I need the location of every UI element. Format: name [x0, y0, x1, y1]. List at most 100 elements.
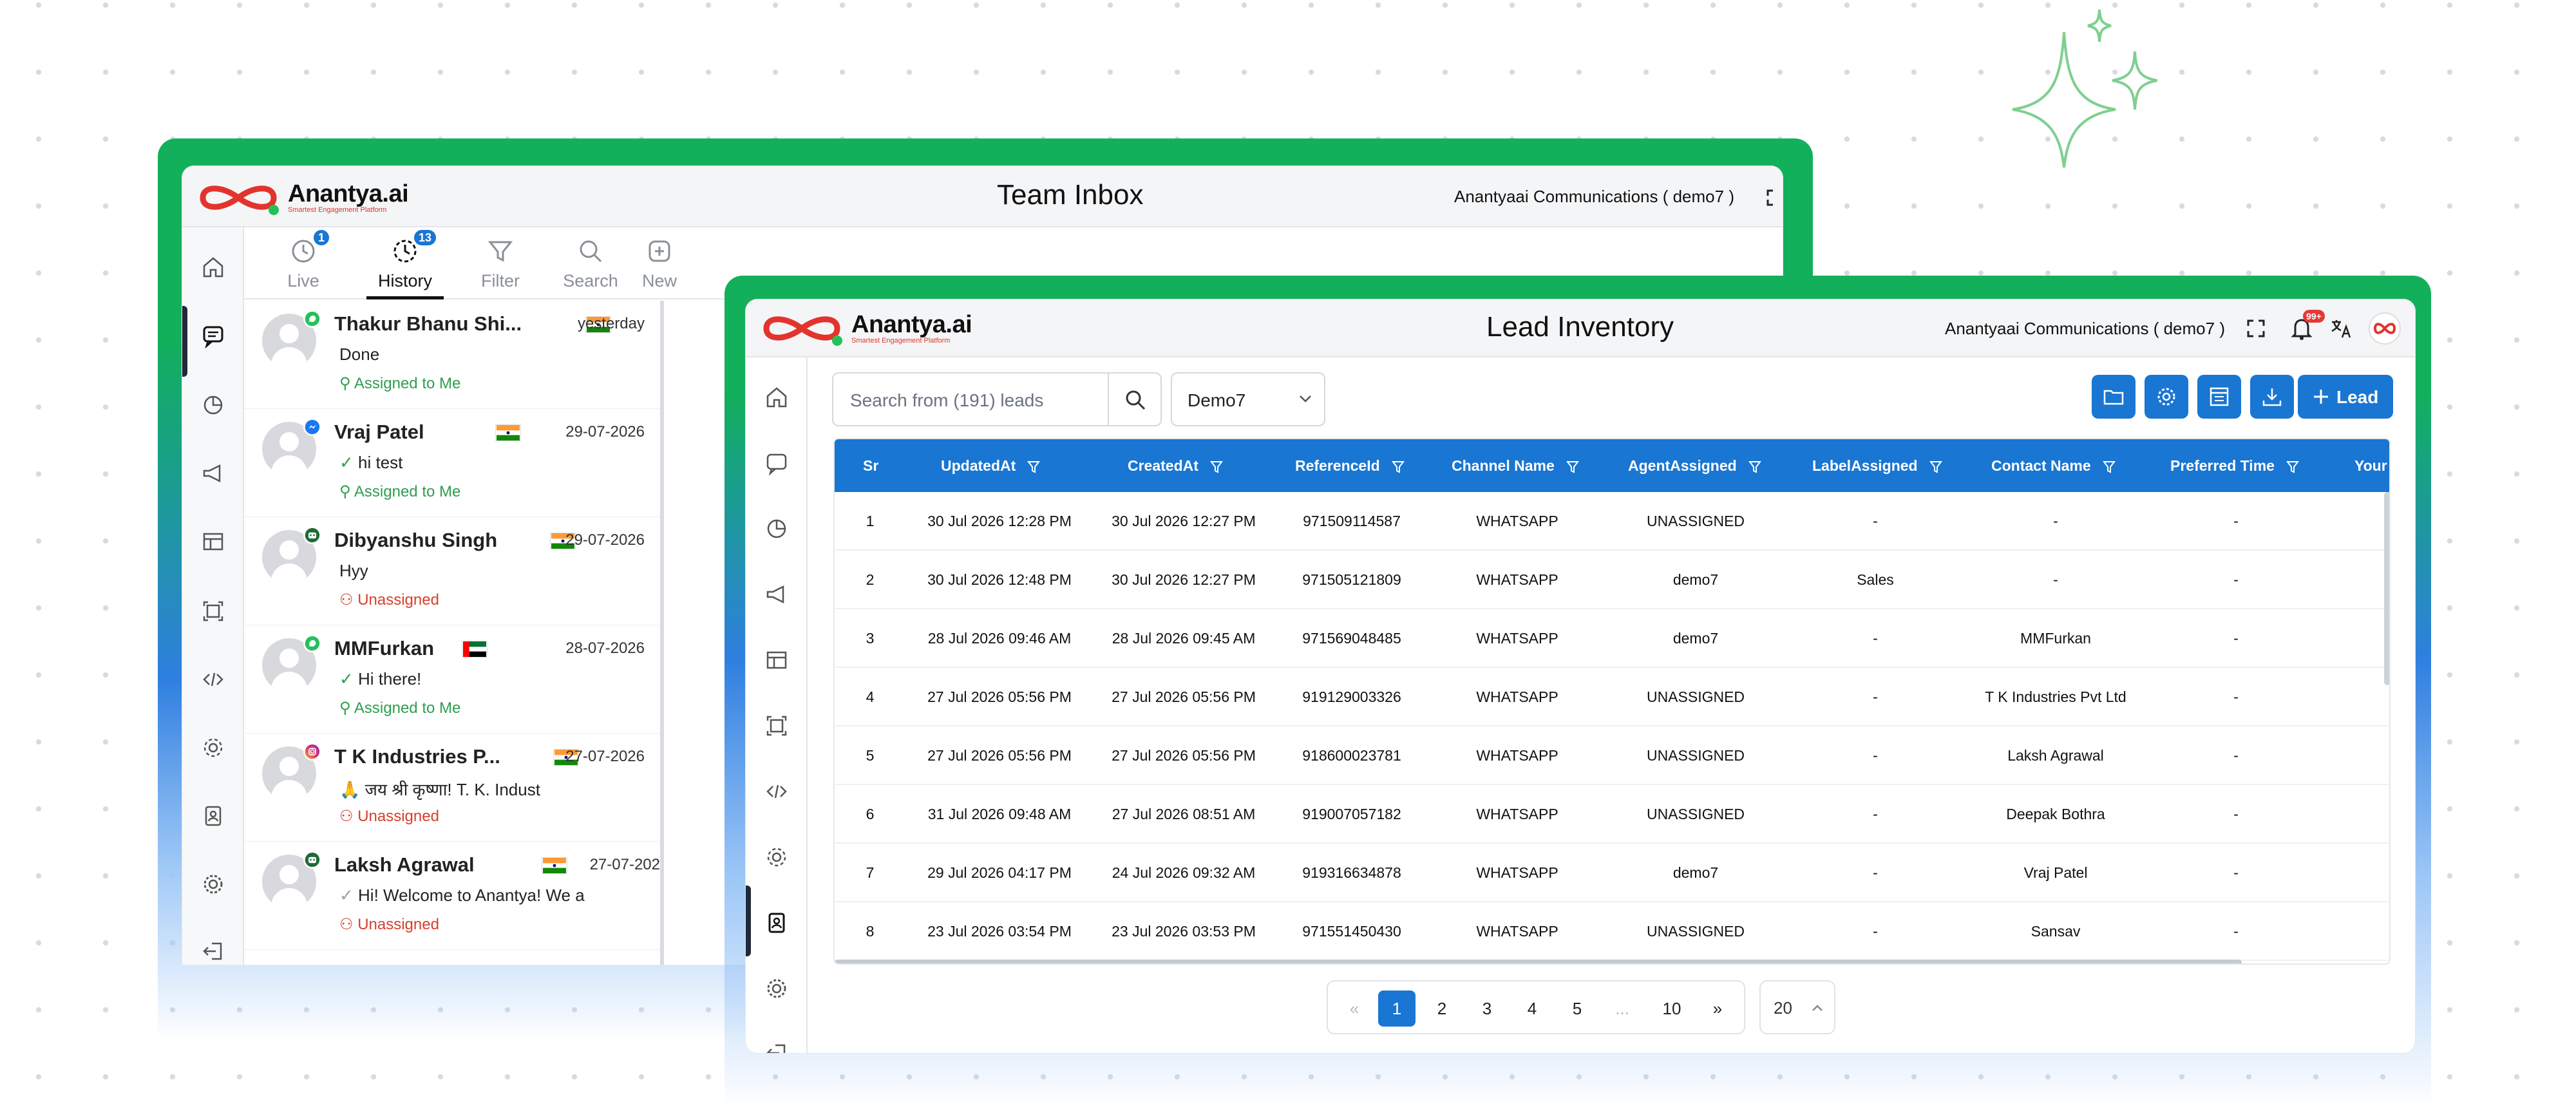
table-row[interactable]: 8 23 Jul 2026 03:54 PM 23 Jul 2026 03:53… — [835, 902, 2389, 961]
logout-icon[interactable] — [200, 938, 226, 964]
chat-item[interactable]: Dibyanshu Singh 29-07-2026 Hyy ⚇ Unassig… — [244, 517, 660, 625]
uae-flag-icon — [462, 641, 488, 658]
home-icon[interactable] — [200, 254, 226, 280]
filter-icon[interactable] — [1391, 460, 1405, 474]
chat-item[interactable]: T K Industries P... 27-07-2026 🙏 जय श्री… — [244, 734, 660, 842]
add-lead-button[interactable]: Lead — [2298, 375, 2393, 419]
page-size-select[interactable]: 20 — [1759, 980, 1835, 1034]
selected-value: Demo7 — [1188, 390, 1246, 410]
next-page-button[interactable]: » — [1699, 991, 1736, 1027]
column-header-updatedat[interactable]: UpdatedAt — [941, 439, 1041, 492]
table-row[interactable]: 2 30 Jul 2026 12:48 PM 30 Jul 2026 12:27… — [835, 551, 2389, 609]
table-cell: - — [1873, 923, 1878, 940]
bot-icon[interactable] — [200, 598, 226, 624]
settings-button[interactable] — [2145, 375, 2188, 419]
page-1-button[interactable]: 1 — [1378, 991, 1416, 1027]
column-header-channel-name[interactable]: Channel Name — [1452, 439, 1579, 492]
filter-icon[interactable] — [1748, 460, 1761, 474]
table-row[interactable]: 3 28 Jul 2026 09:46 AM 28 Jul 2026 09:45… — [835, 609, 2389, 668]
page-2-button[interactable]: 2 — [1423, 991, 1461, 1027]
sparkles-decoration — [2012, 9, 2157, 168]
chat-item[interactable]: Vraj Patel 29-07-2026 ✓ hi test ⚲ Assign… — [244, 409, 660, 517]
table-cell: 23 Jul 2026 03:53 PM — [1112, 923, 1256, 940]
tab-search[interactable]: Search — [545, 227, 636, 299]
integration-settings-icon[interactable] — [200, 735, 226, 761]
chat-date: 27-07-202 — [589, 856, 660, 873]
last-message: ✓ Hi! Welcome to Anantya! We a — [339, 886, 585, 905]
contacts-icon[interactable] — [200, 803, 226, 829]
column-header-agentassigned[interactable]: AgentAssigned — [1628, 439, 1761, 492]
agent-filter-select[interactable]: Demo7 — [1171, 372, 1325, 426]
lead-topbar: Anantya.ai Smartest Engagement Platform … — [746, 299, 2415, 357]
page-5-button[interactable]: 5 — [1558, 991, 1596, 1027]
columns-button[interactable] — [2197, 375, 2241, 419]
chat-item[interactable]: MMFurkan 28-07-2026 ✓ Hi there! ⚲ Assign… — [244, 625, 660, 734]
column-header-contact-name[interactable]: Contact Name — [1991, 439, 2116, 492]
integration-settings-icon[interactable] — [764, 844, 790, 870]
lead-search-input[interactable]: Search from (191) leads — [832, 372, 1109, 426]
page-4-button[interactable]: 4 — [1513, 991, 1551, 1027]
table-cell: WHATSAPP — [1476, 747, 1558, 764]
column-header-your-name[interactable]: Your N — [2354, 439, 2389, 492]
bot-icon[interactable] — [764, 713, 790, 739]
chat-item[interactable]: Thakur Bhanu Shi... yesterday Done ⚲ Ass… — [244, 301, 660, 409]
filter-icon[interactable] — [1209, 460, 1223, 474]
table-row[interactable]: 5 27 Jul 2026 05:56 PM 27 Jul 2026 05:56… — [835, 726, 2389, 785]
table-cell: 31 Jul 2026 09:48 AM — [927, 806, 1072, 822]
column-header-referenceid[interactable]: ReferenceId — [1295, 439, 1405, 492]
tab-live[interactable]: 1 Live — [258, 227, 348, 299]
search-button[interactable] — [1108, 372, 1162, 426]
profile-avatar[interactable] — [2369, 312, 2401, 345]
table-row[interactable]: 6 31 Jul 2026 09:48 AM 27 Jul 2026 08:51… — [835, 785, 2389, 844]
table-cell: - — [1873, 630, 1878, 647]
fullscreen-icon[interactable] — [1766, 189, 1783, 206]
contacts-icon[interactable] — [764, 910, 790, 936]
table-row[interactable]: 7 29 Jul 2026 04:17 PM 24 Jul 2026 09:32… — [835, 844, 2389, 902]
table-cell: UNASSIGNED — [1646, 688, 1745, 705]
code-icon[interactable] — [764, 779, 790, 804]
table-cell: 7 — [866, 864, 875, 881]
translate-icon[interactable] — [2330, 318, 2353, 339]
home-icon[interactable] — [764, 384, 790, 410]
table-cell: 918600023781 — [1302, 747, 1401, 764]
column-header-labelassigned[interactable]: LabelAssigned — [1812, 439, 1942, 492]
search-placeholder: Search from (191) leads — [850, 390, 1044, 410]
tab-history[interactable]: 13 History — [355, 227, 455, 299]
chat-item[interactable]: Laksh Agrawal 27-07-202 ✓ Hi! Welcome to… — [244, 842, 660, 950]
column-header-createdat[interactable]: CreatedAt — [1128, 439, 1223, 492]
page-10-button[interactable]: 10 — [1653, 991, 1690, 1027]
analytics-icon[interactable] — [764, 516, 790, 542]
settings-icon[interactable] — [764, 976, 790, 1001]
user-icon: ⚲ — [339, 375, 354, 392]
analytics-icon[interactable] — [200, 392, 226, 418]
filter-icon[interactable] — [2286, 460, 2299, 474]
code-icon[interactable] — [200, 667, 226, 692]
chevron-down-icon — [1300, 395, 1311, 403]
filter-icon[interactable] — [1027, 460, 1041, 474]
campaign-icon[interactable] — [764, 582, 790, 607]
filter-icon[interactable] — [1929, 460, 1942, 474]
prev-page-button[interactable]: « — [1336, 991, 1373, 1027]
vertical-scrollbar[interactable] — [2384, 492, 2389, 685]
template-icon[interactable] — [764, 647, 790, 673]
campaign-icon[interactable] — [200, 460, 226, 486]
chat-icon[interactable] — [200, 323, 226, 349]
contact-name: T K Industries P... — [334, 745, 500, 768]
fullscreen-icon[interactable] — [2246, 319, 2266, 338]
logout-icon[interactable] — [764, 1040, 790, 1053]
chat-icon[interactable] — [764, 450, 790, 476]
table-row[interactable]: 4 27 Jul 2026 05:56 PM 27 Jul 2026 05:56… — [835, 668, 2389, 726]
column-header-preferred-time[interactable]: Preferred Time — [2170, 439, 2299, 492]
whatsapp-icon — [303, 310, 321, 328]
page-3-button[interactable]: 3 — [1468, 991, 1506, 1027]
template-icon[interactable] — [200, 529, 226, 554]
download-button[interactable] — [2250, 375, 2294, 419]
settings-icon[interactable] — [200, 871, 226, 897]
filter-icon[interactable] — [2102, 460, 2116, 474]
folder-button[interactable] — [2092, 375, 2136, 419]
tab-new[interactable]: New — [624, 227, 695, 299]
horizontal-scrollbar[interactable] — [835, 960, 2242, 963]
tab-filter[interactable]: Filter — [455, 227, 545, 299]
table-row[interactable]: 1 30 Jul 2026 12:28 PM 30 Jul 2026 12:27… — [835, 492, 2389, 551]
filter-icon[interactable] — [1566, 460, 1579, 474]
